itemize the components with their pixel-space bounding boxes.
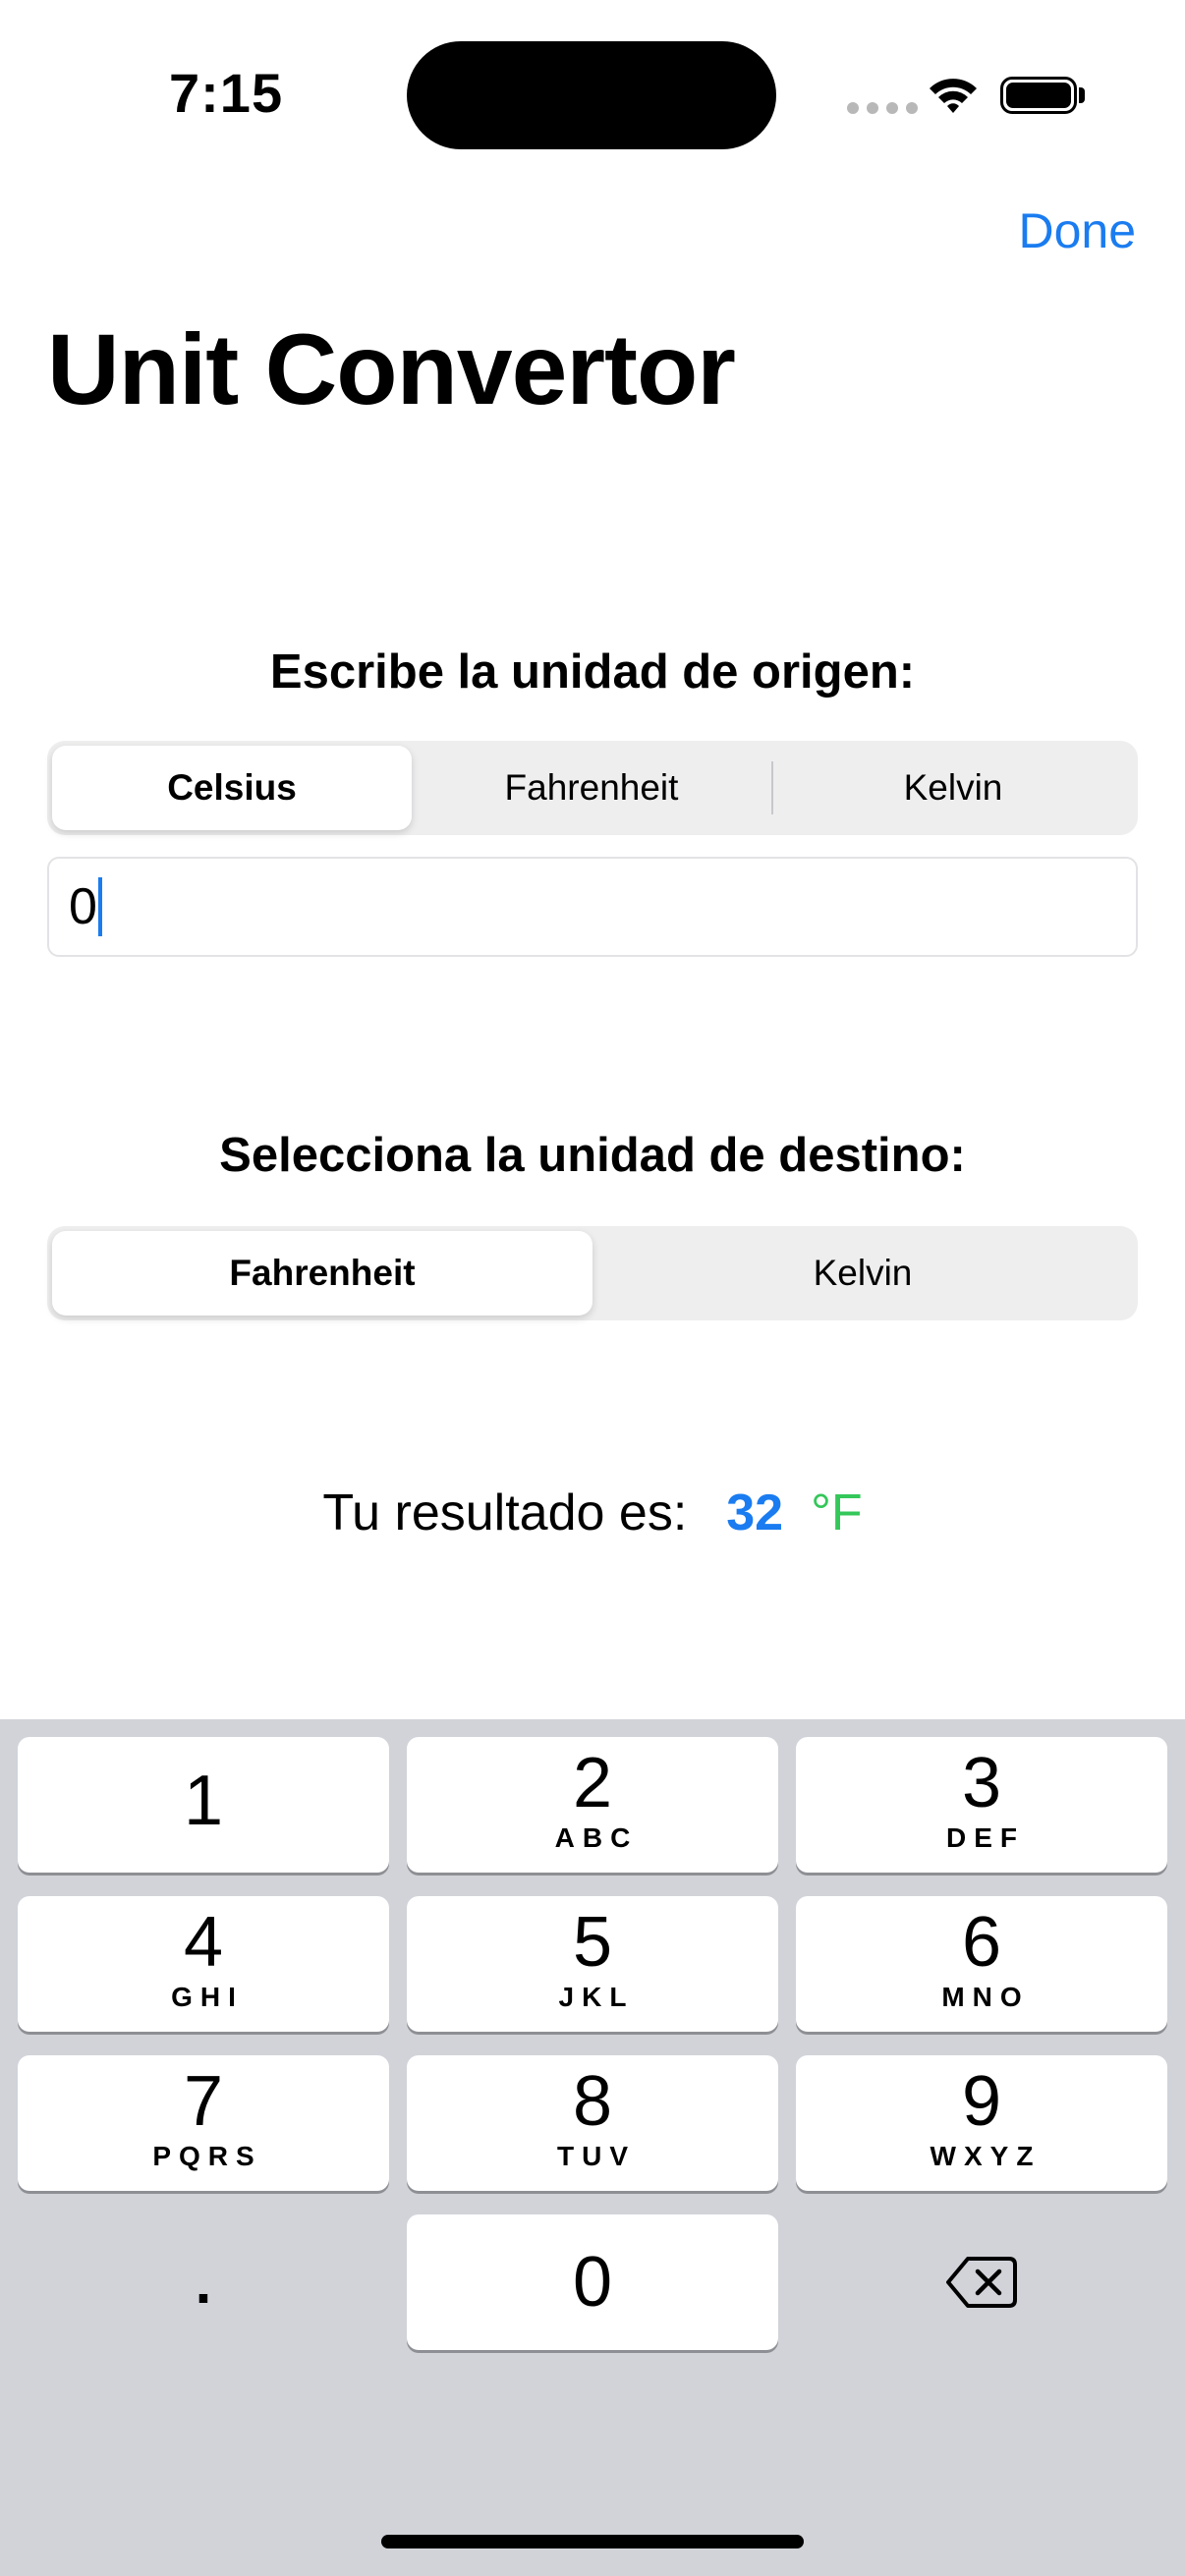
result-label: Tu resultado es: <box>322 1484 688 1541</box>
target-unit-segmented-control[interactable]: Fahrenheit Kelvin <box>47 1226 1138 1320</box>
key-digit: 2 <box>572 1744 613 1822</box>
segment-celsius[interactable]: Celsius <box>52 746 412 830</box>
key-letters: WXYZ <box>930 2141 1042 2171</box>
key-digit: 6 <box>961 1903 1002 1982</box>
key-letters: TUV <box>557 2141 636 2171</box>
result-unit: °F <box>811 1484 863 1541</box>
key-letters: MNO <box>941 1982 1030 2012</box>
key-digit: 9 <box>961 2062 1002 2141</box>
key-9[interactable]: 9 WXYZ <box>796 2055 1167 2191</box>
wifi-icon <box>930 79 977 113</box>
input-value: 0 <box>69 878 97 935</box>
key-digit: 4 <box>183 1903 224 1982</box>
status-time: 7:15 <box>169 62 284 124</box>
battery-cap <box>1079 87 1085 103</box>
source-unit-segmented-control[interactable]: Celsius Fahrenheit Kelvin <box>47 741 1138 835</box>
key-0[interactable]: 0 <box>407 2214 778 2350</box>
key-7[interactable]: 7 PQRS <box>18 2055 389 2191</box>
result-value: 32 <box>726 1484 784 1541</box>
key-letters: DEF <box>946 1822 1025 1853</box>
dynamic-island <box>407 41 776 149</box>
key-8[interactable]: 8 TUV <box>407 2055 778 2191</box>
key-6[interactable]: 6 MNO <box>796 1896 1167 2032</box>
done-button[interactable]: Done <box>1018 202 1136 259</box>
key-letters: ABC <box>554 1822 639 1853</box>
result-row: Tu resultado es: 32 °F <box>0 1484 1185 1542</box>
key-decimal-label: . <box>195 2249 212 2316</box>
key-digit: 7 <box>183 2062 224 2141</box>
segment-target-kelvin[interactable]: Kelvin <box>592 1231 1133 1316</box>
key-4[interactable]: 4 GHI <box>18 1896 389 2032</box>
text-caret <box>97 877 102 936</box>
key-delete[interactable] <box>796 2214 1167 2350</box>
key-letters: PQRS <box>152 2141 262 2171</box>
key-3[interactable]: 3 DEF <box>796 1737 1167 1873</box>
key-5[interactable]: 5 JKL <box>407 1896 778 2032</box>
segment-fahrenheit[interactable]: Fahrenheit <box>412 746 771 830</box>
key-digit: 8 <box>572 2062 613 2141</box>
target-unit-label: Selecciona la unidad de destino: <box>219 1129 966 1182</box>
backspace-icon <box>946 2257 1017 2308</box>
key-1[interactable]: 1 <box>18 1737 389 1873</box>
numeric-keyboard: 1 2 ABC 3 DEF 4 GHI 5 JKL 6 MNO 7 PQRS 8… <box>0 1719 1185 2576</box>
source-unit-label: Escribe la unidad de origen: <box>269 645 916 699</box>
signal-icon <box>847 102 918 114</box>
key-digit: 1 <box>183 1762 224 1840</box>
key-2[interactable]: 2 ABC <box>407 1737 778 1873</box>
segment-kelvin[interactable]: Kelvin <box>773 746 1133 830</box>
segment-target-fahrenheit[interactable]: Fahrenheit <box>52 1231 592 1316</box>
source-value-input[interactable]: 0 <box>47 857 1138 957</box>
key-letters: GHI <box>171 1982 244 2012</box>
key-digit: 0 <box>572 2243 613 2322</box>
battery-icon <box>1000 77 1077 114</box>
page-title: Unit Convertor <box>47 313 736 425</box>
home-indicator <box>381 2535 804 2548</box>
key-decimal[interactable]: . <box>18 2214 389 2350</box>
key-digit: 5 <box>572 1903 613 1982</box>
key-digit: 3 <box>961 1744 1002 1822</box>
key-letters: JKL <box>558 1982 635 2012</box>
